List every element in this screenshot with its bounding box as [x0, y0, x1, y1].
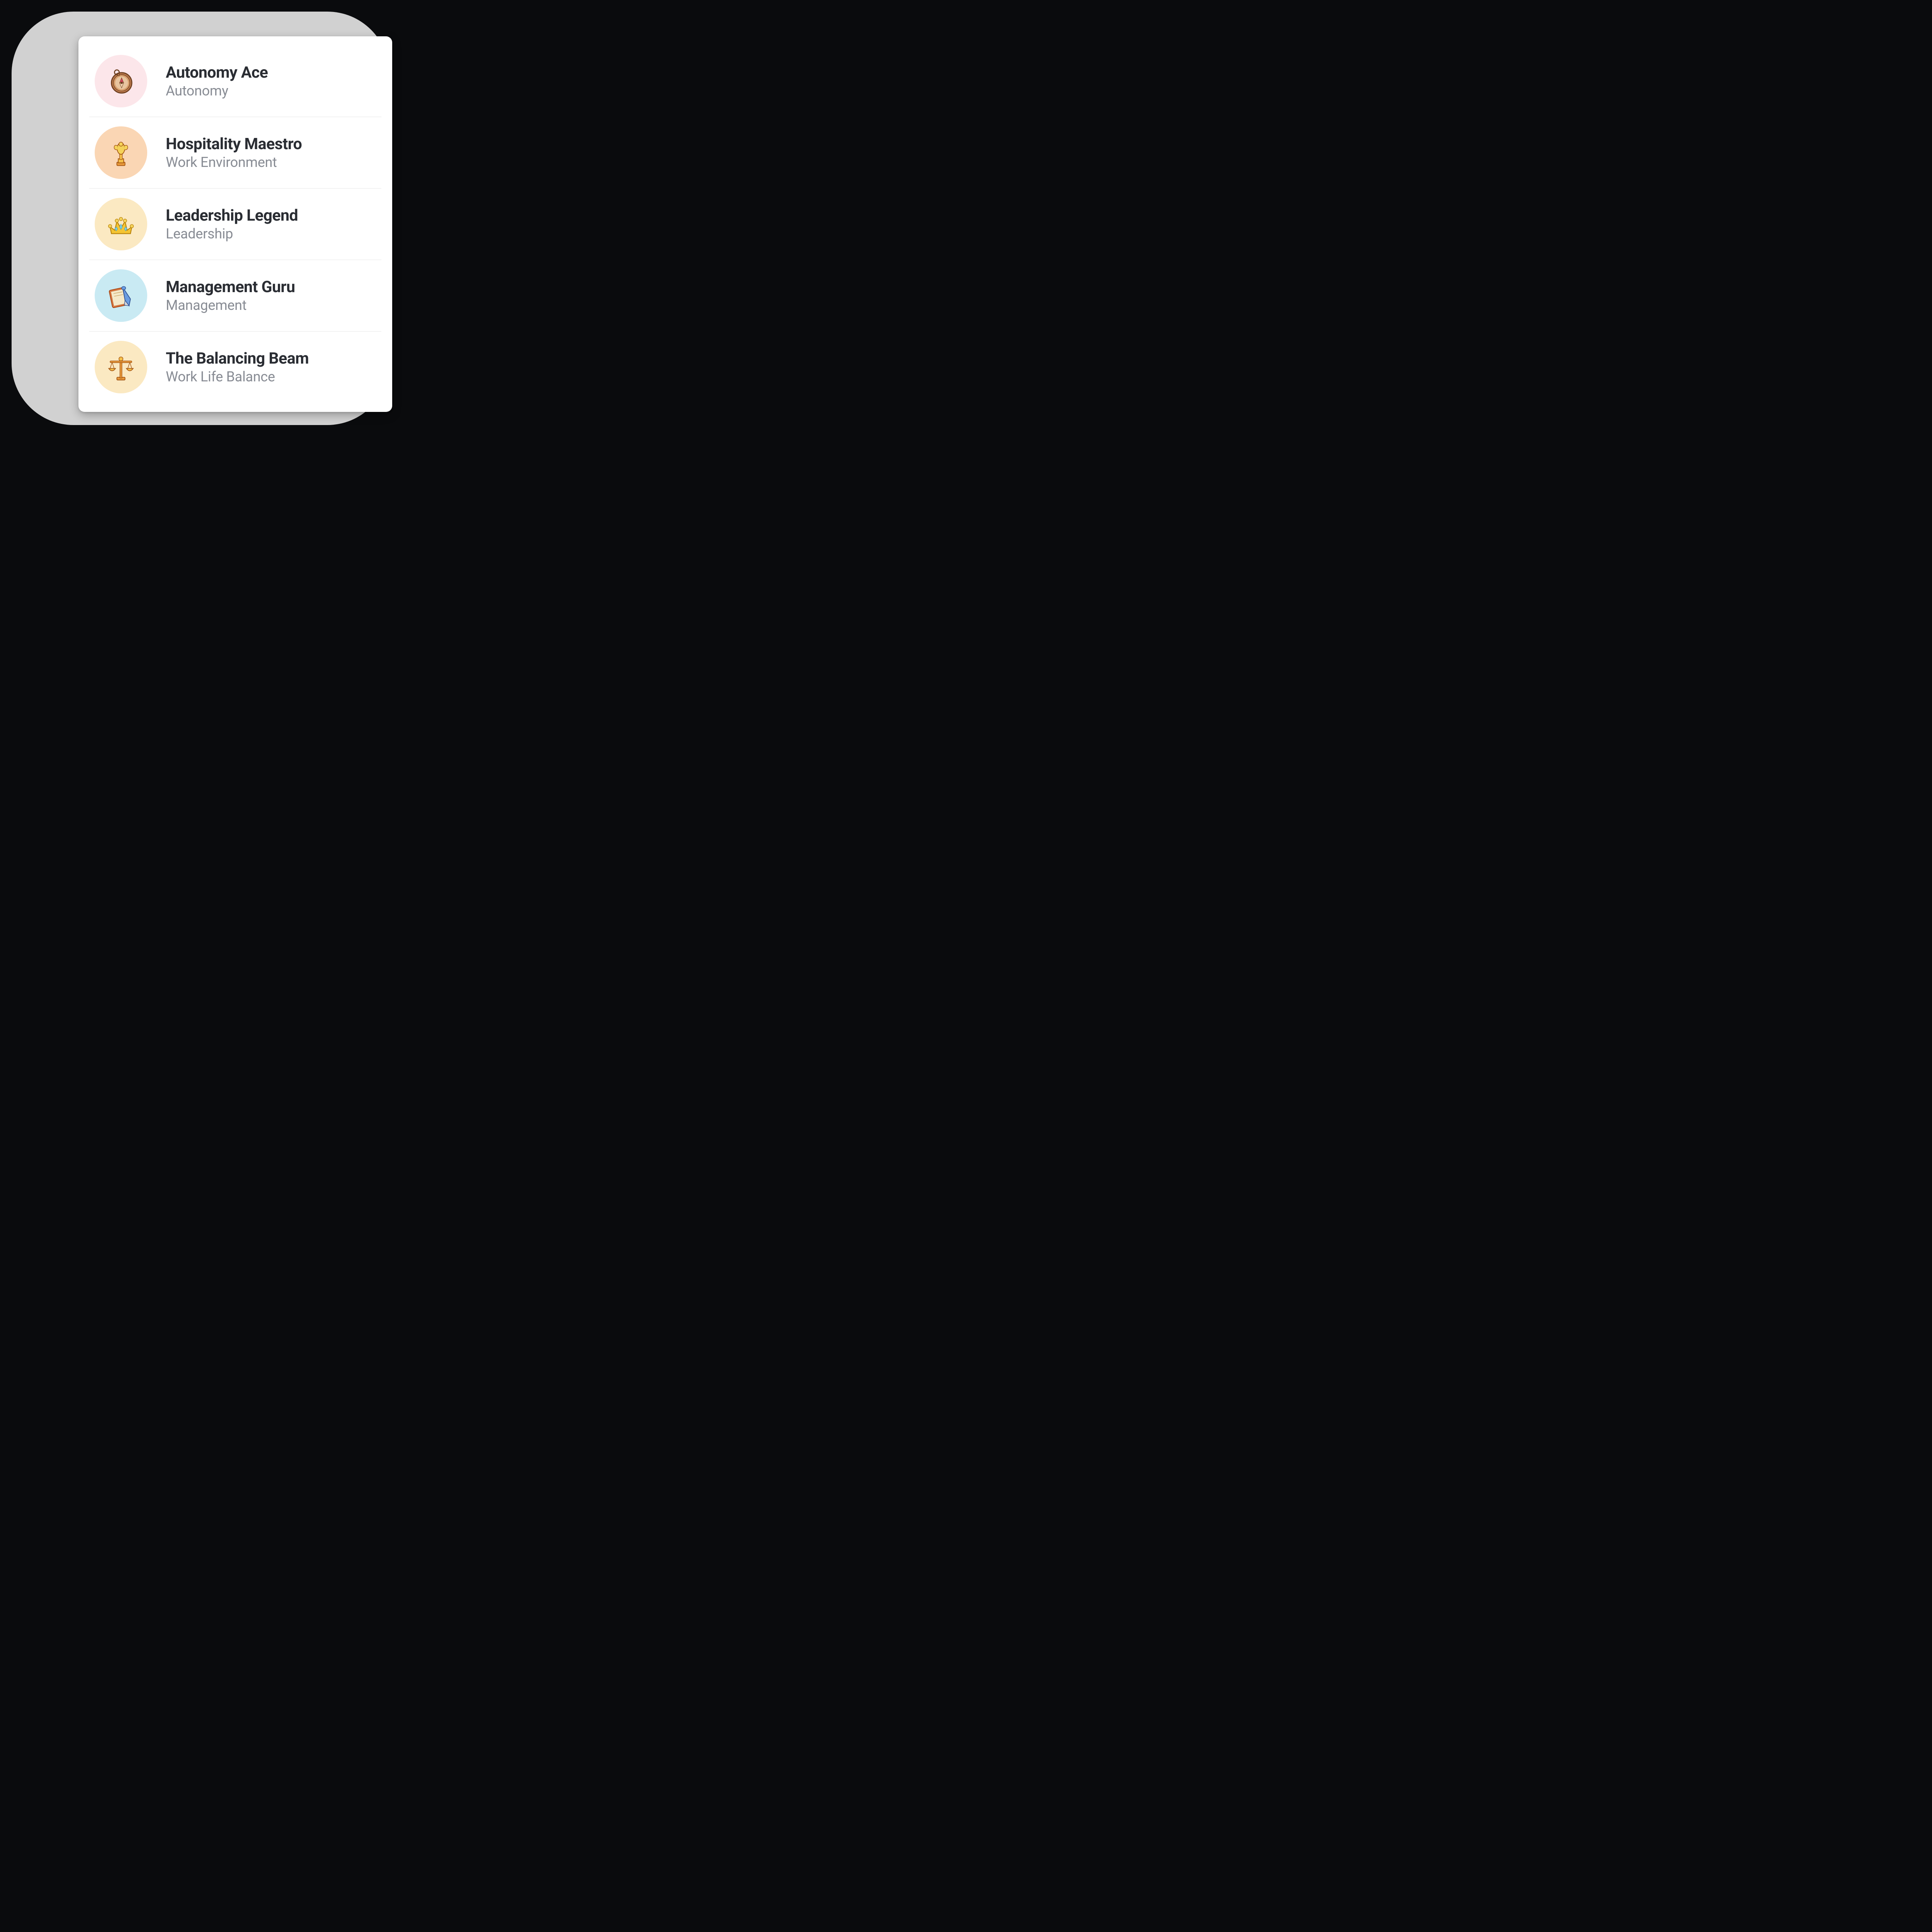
achievement-title: Autonomy Ace: [166, 63, 268, 82]
list-item[interactable]: The Balancing Beam Work Life Balance: [78, 332, 392, 403]
crown-icon: [95, 198, 147, 250]
list-item-text: Management Guru Management: [166, 278, 295, 313]
achievement-category: Autonomy: [166, 83, 268, 99]
list-item[interactable]: Autonomy Ace Autonomy: [78, 46, 392, 117]
list-item-text: Leadership Legend Leadership: [166, 206, 298, 242]
list-item[interactable]: Management Guru Management: [78, 260, 392, 331]
compass-icon: [95, 55, 147, 107]
list-item-text: Hospitality Maestro Work Environment: [166, 135, 302, 170]
list-item-text: Autonomy Ace Autonomy: [166, 63, 268, 99]
achievement-title: Hospitality Maestro: [166, 135, 302, 153]
achievement-title: Leadership Legend: [166, 206, 298, 225]
list-item[interactable]: Leadership Legend Leadership: [78, 189, 392, 260]
achievement-category: Management: [166, 297, 295, 313]
achievement-category: Work Environment: [166, 154, 302, 170]
list-item-text: The Balancing Beam Work Life Balance: [166, 349, 309, 385]
scales-icon: [95, 341, 147, 393]
achievement-title: Management Guru: [166, 278, 295, 296]
achievement-category: Work Life Balance: [166, 369, 309, 385]
trophy-icon: [95, 126, 147, 179]
achievement-title: The Balancing Beam: [166, 349, 309, 368]
achievements-card: Autonomy Ace Autonomy Hospitality Maestr…: [78, 36, 392, 412]
notebook-pen-icon: [95, 269, 147, 322]
list-item[interactable]: Hospitality Maestro Work Environment: [78, 117, 392, 188]
achievement-category: Leadership: [166, 226, 298, 242]
